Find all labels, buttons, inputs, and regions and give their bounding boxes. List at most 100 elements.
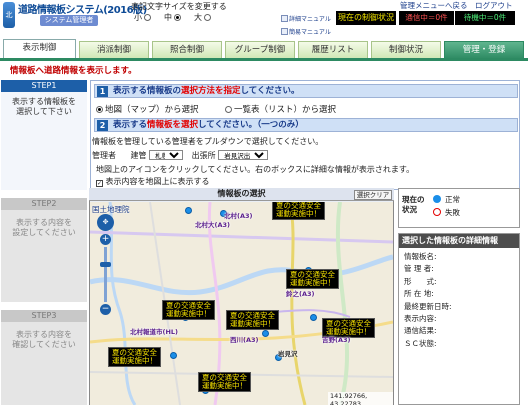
map-location-label: 吉野(A3) [322, 336, 351, 344]
section1-title-pre: 表示する情報板の [113, 86, 182, 96]
tab-history-list[interactable]: 履歴リスト [298, 41, 368, 59]
radio-icon [225, 106, 232, 113]
status-legend: 現在の 状況 正常 失敗 [398, 188, 520, 228]
section1-title-highlight: 選択方法を指定 [181, 86, 241, 96]
manual-icon [281, 15, 288, 22]
signboard-marker[interactable] [310, 314, 317, 321]
detail-field-comm-result: 通信結果: [404, 326, 437, 336]
zoom-slider-handle[interactable] [100, 262, 111, 267]
detail-field-name: 情報板名: [404, 252, 437, 261]
map-location-label: 鈴之(A3) [286, 290, 315, 298]
manager-filter-row: 管理者 建管 札幌 出張所 岩見沢出張所 [92, 150, 269, 161]
zoom-in-icon[interactable]: + [100, 234, 111, 245]
tab-control-status[interactable]: 制御状況 [371, 41, 441, 59]
sign-display-1[interactable]: 夏の交通安全 運動実施中！ [272, 202, 325, 220]
show-on-map-label: 表示内容を地図上に表示する [105, 177, 210, 186]
top-nav-links[interactable]: 管理メニューへ戻る ログアウト [400, 0, 513, 11]
error-status-label: 失敗 [445, 208, 460, 217]
step2-heading: STEP2 [1, 198, 87, 210]
tab-divider [0, 58, 528, 61]
section2-heading: 2 表示する情報板を選択してください。（一つのみ） [94, 118, 518, 132]
font-size-label: 表記文字サイズを変更する [131, 2, 227, 11]
step1-heading: STEP1 [1, 80, 87, 92]
select-by-map-label: 地図（マップ）から選択 [105, 105, 199, 115]
step2-panel: STEP2 表示する内容を 設定してください [1, 198, 87, 302]
app-title: 道路情報板システム(2016版) [18, 5, 147, 16]
detail-manual-link[interactable]: 詳細マニュアル [281, 14, 331, 23]
section1-title-post: してください。 [240, 86, 300, 96]
tab-group-control[interactable]: グループ制御 [225, 41, 295, 59]
sign-text-line2: 運動実施中！ [166, 309, 211, 318]
tab-check-control[interactable]: 照合制御 [152, 41, 222, 59]
section2-title-highlight: 情報板を選択 [147, 120, 199, 130]
step3-heading: STEP3 [1, 310, 87, 322]
section1-heading: 1 表示する情報板の選択方法を指定してください。 [94, 84, 518, 98]
step1-panel: STEP1 表示する情報板を 選択して下さい [1, 80, 87, 190]
detail-manual-label: 詳細マニュアル [289, 16, 331, 23]
font-size-large-label: 大 [194, 13, 202, 22]
tab-erase-control[interactable]: 消派制御 [79, 41, 149, 59]
section2-title-post: してください。（一つのみ） [198, 120, 304, 130]
map-title: 情報板の選択 [89, 188, 394, 201]
app-logo: 北 道路情報板システム(2016版) システム管理者 [0, 0, 147, 30]
step1-text: 表示する情報板を 選択して下さい [12, 97, 76, 116]
tab-display-control[interactable]: 表示制御 [3, 39, 76, 59]
sign-display-7[interactable]: 夏の交通安全 運動実施中！ [198, 372, 251, 392]
zoom-out-icon[interactable]: − [100, 304, 111, 315]
detail-panel-title: 選択した情報板の詳細情報 [399, 234, 519, 248]
office-select[interactable]: 岩見沢出張所 [218, 150, 269, 160]
main-tab-bar: 表示制御 消派制御 照合制御 グループ制御 履歴リスト 制御状況 管理・登録 [0, 39, 528, 59]
select-by-list-radio[interactable]: 一覧表（リスト）から選択 [225, 103, 336, 115]
signboard-marker[interactable] [170, 352, 177, 359]
wait-count-badge: 待機中＝0件 [455, 11, 515, 25]
summary-manual-label: 簡易マニュアル [289, 29, 331, 36]
manual-icon [281, 28, 288, 35]
step2-text: 表示する内容を 設定してください [12, 218, 76, 237]
map-location-label: 岩見沢 [278, 350, 298, 358]
error-status-icon [433, 208, 441, 216]
sign-text-line2: 運動実施中！ [202, 381, 247, 390]
font-size-medium-label: 中 [164, 13, 172, 22]
detail-field-content: 表示内容: [404, 314, 437, 324]
select-by-list-label: 一覧表（リスト）から選択 [234, 105, 337, 115]
map-help-text: 地図上のアイコンをクリックしてください。右のボックスに詳細な情報が表示されます。 [96, 165, 415, 174]
font-size-large-radio[interactable]: 大 [194, 12, 211, 23]
kensetsu-select[interactable]: 札幌 [149, 150, 184, 160]
signboard-marker[interactable] [185, 207, 192, 214]
kensetsu-label: 建管 [130, 151, 147, 160]
tab-admin-register[interactable]: 管理・登録 [444, 41, 524, 59]
sign-display-4[interactable]: 夏の交通安全 運動実施中！ [226, 310, 279, 330]
sign-display-2[interactable]: 夏の交通安全 運動実施中！ [286, 269, 339, 289]
font-size-small-label: 小 [134, 13, 142, 22]
sign-text-line2: 運動実施中！ [230, 319, 275, 328]
control-status-button[interactable]: 現在の制御状況 [336, 11, 396, 25]
sign-display-3[interactable]: 夏の交通安全 運動実施中！ [162, 300, 215, 320]
font-size-small-radio[interactable]: 小 [134, 12, 151, 23]
radio-checked-icon [174, 14, 181, 21]
sign-display-6[interactable]: 夏の交通安全 運動実施中！ [108, 347, 161, 367]
step3-text: 表示する内容を 確認してください [12, 330, 76, 349]
step3-panel: STEP3 表示する内容を 確認してください [1, 310, 87, 405]
checkbox-checked-icon: ✓ [96, 180, 103, 187]
road-map[interactable]: 国土地理院 ✥ + − 夏の交通安全 運動実施中！ 夏の交通安全 運動実施中！ 夏の… [90, 202, 393, 405]
show-on-map-checkbox[interactable]: ✓ 表示内容を地図上に表示する [96, 176, 210, 187]
section2-title-pre: 表示する [113, 120, 148, 130]
summary-manual-link[interactable]: 簡易マニュアル [281, 27, 331, 36]
manager-help-text: 情報板を管理している管理者をプルダウンで選択してください。 [92, 137, 324, 146]
manager-label: 管理者 [92, 151, 116, 160]
sign-text-line2: 運動実施中！ [112, 356, 157, 365]
signboard-detail-panel: 選択した情報板の詳細情報 情報板名: 管 理 者: 形 式: 所 在 地: 最終… [398, 233, 520, 405]
user-role-badge: システム管理者 [40, 15, 98, 26]
radio-icon [144, 14, 151, 21]
select-by-map-radio[interactable]: 地図（マップ）から選択 [96, 103, 199, 115]
font-size-medium-radio[interactable]: 中 [164, 12, 181, 23]
map-pan-icon[interactable]: ✥ [97, 214, 114, 231]
zoom-slider-track[interactable] [104, 247, 107, 302]
map-attribution: 国土地理院 [92, 205, 130, 214]
normal-status-icon [433, 195, 441, 203]
clear-selection-button[interactable]: 選択クリア [354, 190, 392, 200]
signboard-marker[interactable] [262, 330, 269, 337]
section2-number: 2 [97, 120, 108, 131]
radio-icon [204, 14, 211, 21]
detail-field-location: 所 在 地: [404, 289, 434, 299]
